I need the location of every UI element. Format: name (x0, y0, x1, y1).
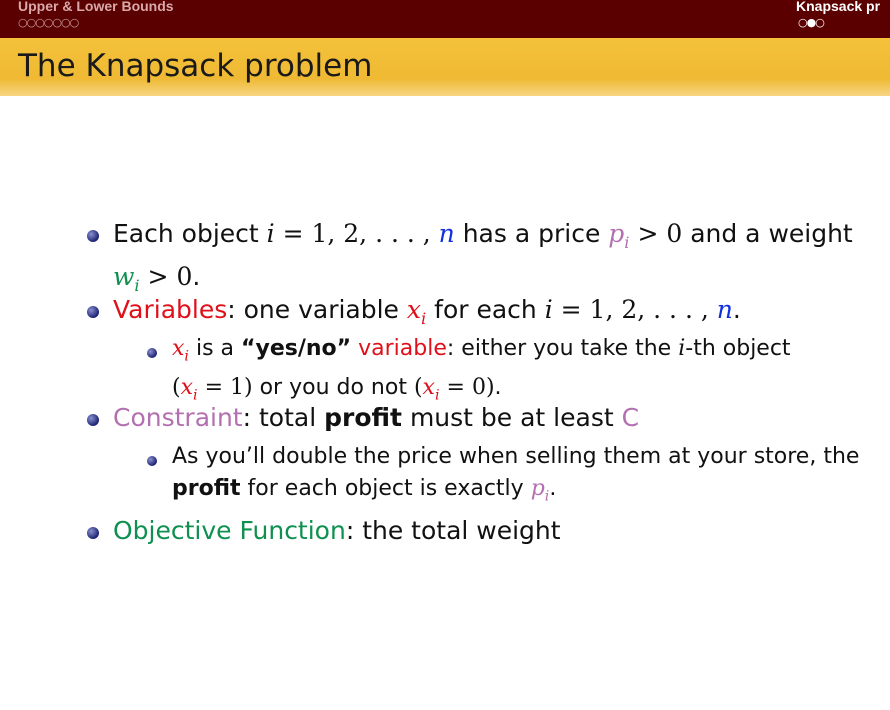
math-p-i: pi (608, 219, 629, 252)
math-x: x (422, 375, 435, 401)
text: for each object is exactly (240, 476, 531, 501)
text: : either you take the (446, 336, 679, 361)
math-eq-zero: = 0) (439, 375, 495, 401)
text: : one variable (227, 295, 407, 324)
math-x: x (172, 336, 185, 361)
top-navigation-bar: Upper & Lower Bounds ○○○○○○○ Knapsack pr… (0, 0, 890, 38)
text: -th object (685, 336, 791, 361)
math-range: = 1, 2, . . . , (274, 219, 439, 248)
text: . (494, 375, 502, 401)
text: for each (426, 295, 545, 324)
text: Each object (113, 219, 267, 248)
label-objective-function: Objective Function (113, 516, 346, 545)
text: . (192, 262, 201, 291)
math-x-i: xi (422, 375, 440, 403)
text: : the total weight (345, 516, 561, 545)
math-n: n (438, 219, 455, 248)
text: is a (189, 336, 242, 361)
math-p: p (530, 476, 545, 501)
math-n: n (716, 295, 733, 324)
math-paren: ( (413, 375, 423, 401)
math-p-i: pi (530, 476, 550, 504)
text: and a weight (682, 219, 853, 248)
bullet-item-constraint: Constraint: total profit must be at leas… (113, 401, 873, 435)
math-i: i (544, 295, 553, 324)
page-title: The Knapsack problem (18, 48, 373, 84)
math-x-i: xi (180, 375, 198, 403)
text: As you’ll double the price when selling … (172, 444, 860, 469)
label-constraint: Constraint (113, 403, 243, 432)
label-variable: variable (358, 336, 447, 361)
text: : total (242, 403, 325, 432)
math-range: = 1, 2, . . . , (552, 295, 717, 324)
text: . (549, 476, 557, 501)
bullet-icon (87, 414, 99, 426)
sub-item-profit: As you’ll double the price when selling … (172, 441, 882, 512)
math-x: x (406, 295, 421, 324)
sub-bullet-icon (147, 456, 157, 466)
section-link-upper-lower-bounds[interactable]: Upper & Lower Bounds (18, 0, 174, 14)
math-x-i: xi (406, 295, 426, 328)
bullet-item-objects: Each object i = 1, 2, . . . , n has a pr… (113, 217, 873, 303)
math-eq-one: = 1) (197, 375, 253, 401)
yes-no-emphasis: “yes/no” (241, 336, 352, 361)
math-gt-zero: > 0 (629, 219, 683, 248)
sub-item-yes-no-variable: xi is a “yes/no” variable: either you ta… (172, 333, 872, 412)
label-variables: Variables (113, 295, 228, 324)
bullet-item-variables: Variables: one variable xi for each i = … (113, 293, 873, 336)
math-w-i: wi (113, 262, 140, 295)
label-c: C (621, 403, 640, 432)
profit-emphasis: profit (172, 476, 241, 501)
bullet-item-objective: Objective Function: the total weight (113, 514, 873, 548)
math-x-i: xi (172, 336, 189, 364)
text: or you do not (252, 375, 414, 401)
profit-emphasis: profit (324, 403, 402, 432)
frame-title-bar: The Knapsack problem (0, 38, 890, 96)
math-w: w (113, 262, 135, 291)
text: must be at least (402, 403, 622, 432)
math-paren: ( (172, 375, 181, 401)
math-i: i (266, 219, 275, 248)
math-p: p (608, 219, 625, 248)
bullet-icon (87, 306, 99, 318)
bullet-icon (87, 230, 99, 242)
math-gt-zero: > 0 (139, 262, 193, 291)
sub-bullet-icon (147, 348, 157, 358)
bullet-icon (87, 527, 99, 539)
text: . (732, 295, 741, 324)
section-link-knapsack[interactable]: Knapsack pr (796, 0, 880, 14)
math-x: x (180, 375, 194, 401)
section-progress-dots[interactable]: ○○○○○○○ (18, 17, 79, 28)
current-section-dots[interactable]: ○●○ (798, 17, 825, 28)
text: has a price (454, 219, 609, 248)
